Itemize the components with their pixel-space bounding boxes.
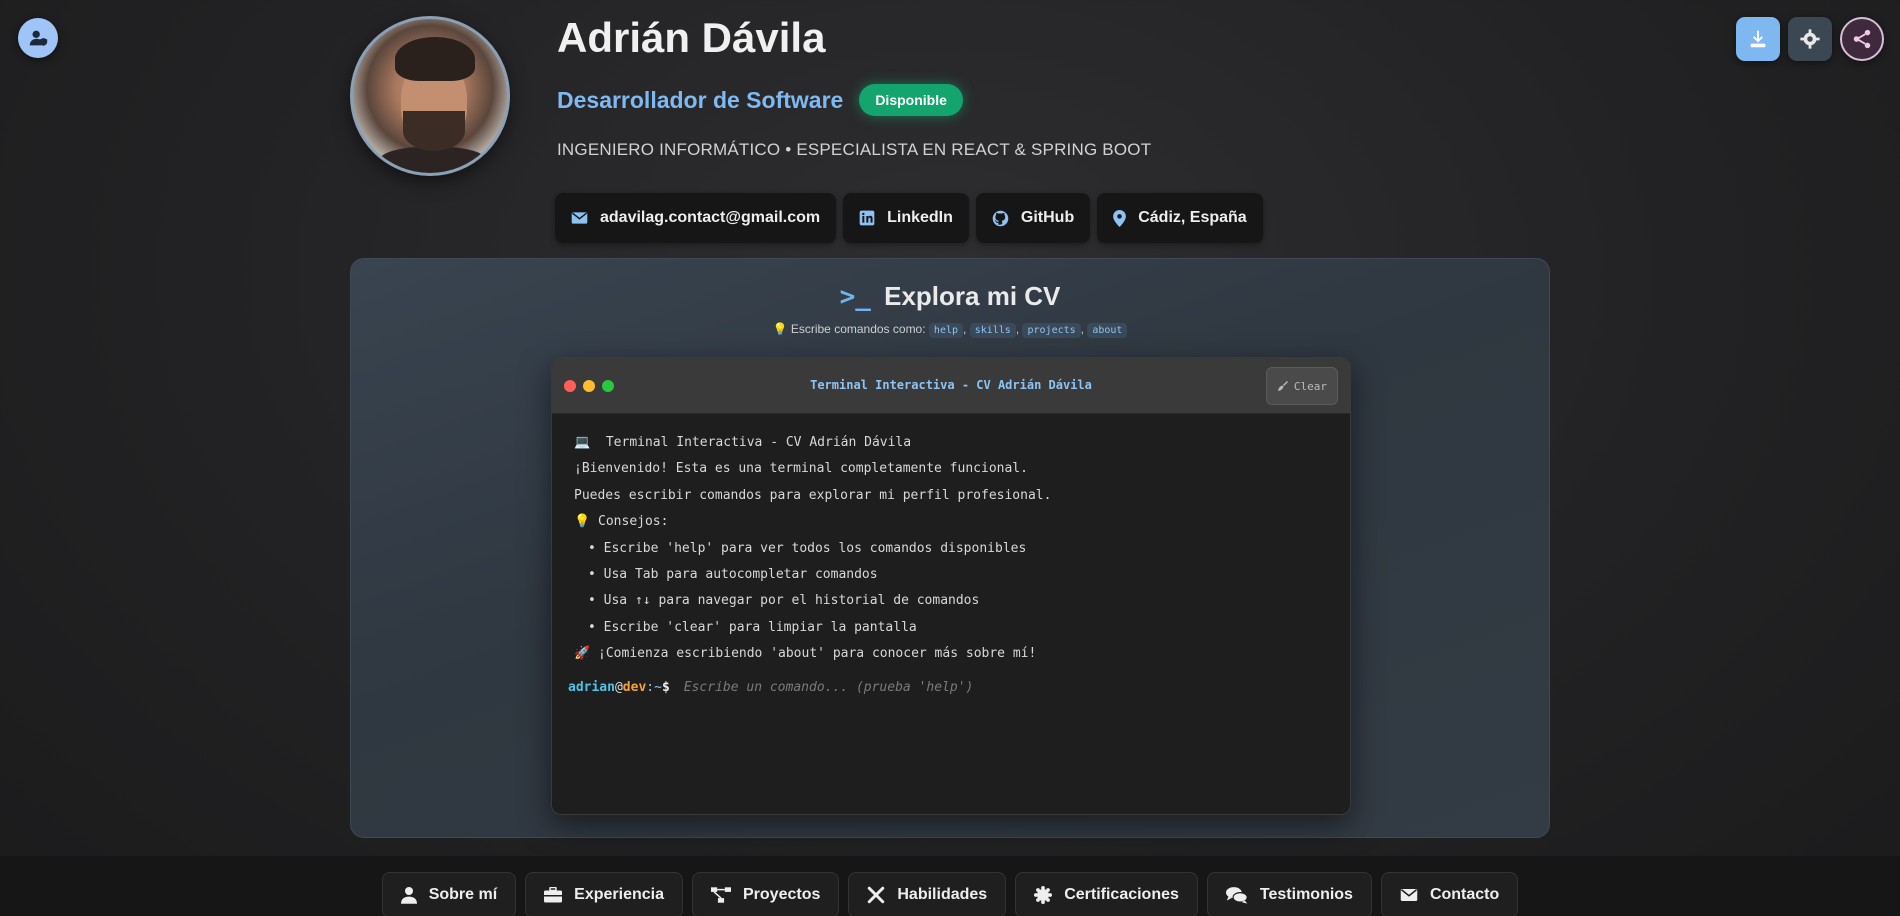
tools-icon — [868, 886, 885, 904]
terminal-command-input[interactable]: Escribe un comando... (prueba 'help') — [684, 680, 974, 695]
share-icon — [1853, 29, 1871, 49]
availability-badge: Disponible — [859, 84, 963, 116]
nav-certifications[interactable]: Certificaciones — [1015, 872, 1198, 916]
terminal-line: • Usa ↑↓ para navegar por el historial d… — [588, 593, 980, 609]
github-link[interactable]: GitHub — [975, 193, 1091, 243]
project-diagram-icon — [711, 887, 731, 903]
download-cv-button[interactable] — [1736, 17, 1780, 61]
github-label: GitHub — [1020, 209, 1075, 226]
prompt-user: adrian — [568, 679, 615, 695]
explore-title: Explora mi CV — [884, 281, 1061, 311]
download-icon — [1750, 30, 1766, 48]
prompt-host: dev — [622, 679, 647, 695]
nav-certifications-label: Certificaciones — [1064, 886, 1179, 903]
role-row: Desarrollador de Software Disponible — [557, 84, 963, 116]
nav-projects-label: Proyectos — [743, 886, 821, 903]
terminal-line: ¡Bienvenido! Esta es una terminal comple… — [574, 461, 1028, 477]
terminal-line: • Escribe 'help' para ver todos los coma… — [588, 540, 1027, 556]
hint-prefix: Escribe comandos como: — [790, 322, 926, 336]
terminal-line: • Usa Tab para autocompletar comandos — [588, 566, 878, 582]
profile-role: Desarrollador de Software — [557, 86, 844, 113]
contact-links: adavilag.contact@gmail.com LinkedIn GitH… — [555, 193, 1263, 243]
nav-testimonials[interactable]: Testimonios — [1206, 872, 1372, 916]
nav-contact[interactable]: Contacto — [1380, 872, 1519, 916]
terminal-line: • Escribe 'clear' para limpiar la pantal… — [588, 619, 917, 635]
hint-command-help: help — [928, 323, 964, 338]
explore-title-row: >_ Explora mi CV — [351, 281, 1549, 312]
terminal-line: Puedes escribir comandos para explorar m… — [574, 487, 1052, 503]
nav-contact-label: Contacto — [1429, 886, 1500, 903]
profile-avatar — [350, 16, 510, 176]
nav-testimonials-label: Testimonios — [1259, 886, 1353, 903]
profile-settings-button[interactable] — [18, 18, 58, 58]
explore-hint: 💡 Escribe comandos como: help, skills, p… — [351, 322, 1549, 338]
envelope-icon — [1400, 889, 1418, 901]
nav-skills-label: Habilidades — [897, 886, 988, 903]
terminal-prompt[interactable]: adrian@dev:~$ Escribe un comando... (pru… — [568, 680, 1328, 695]
section-navbar: Sobre mí Experiencia Proyectos Habilidad… — [0, 856, 1900, 916]
nav-about[interactable]: Sobre mí — [381, 872, 517, 916]
terminal-line: 💡 Consejos: — [574, 514, 669, 530]
gear-icon — [1800, 29, 1820, 49]
nav-about-label: Sobre mí — [428, 886, 498, 903]
prompt-at: @ — [614, 679, 623, 695]
broom-icon — [1277, 381, 1288, 391]
hint-command-projects: projects — [1022, 323, 1081, 338]
location-chip[interactable]: Cádiz, España — [1097, 193, 1263, 243]
terminal-title: Terminal Interactiva - CV Adrián Dávila — [810, 378, 1092, 392]
linkedin-link[interactable]: LinkedIn — [843, 193, 969, 243]
github-icon — [992, 210, 1009, 226]
interactive-terminal: Terminal Interactiva - CV Adrián Dávila … — [551, 357, 1351, 815]
comments-icon — [1225, 887, 1248, 904]
prompt-text: adrian@dev:~$ — [568, 680, 670, 695]
briefcase-icon — [544, 887, 563, 903]
prompt-symbol: $ — [661, 679, 670, 695]
terminal-line: 💻 Terminal Interactiva - CV Adrián Dávil… — [574, 435, 912, 450]
envelope-icon — [571, 212, 588, 224]
terminal-clear-button[interactable]: Clear — [1265, 367, 1338, 405]
hint-command-about: about — [1087, 323, 1128, 338]
email-label: adavilag.contact@gmail.com — [600, 209, 821, 226]
profile-name: Adrián Dávila — [557, 14, 826, 61]
hint-command-skills: skills — [969, 323, 1016, 338]
certificate-icon — [1034, 886, 1053, 904]
terminal-output: 💻 Terminal Interactiva - CV Adrián Dávil… — [552, 414, 1350, 695]
linkedin-icon — [859, 210, 875, 226]
explore-cv-panel: >_ Explora mi CV 💡 Escribe comandos como… — [350, 258, 1550, 838]
location-pin-icon — [1113, 209, 1127, 227]
linkedin-label: LinkedIn — [887, 209, 953, 226]
profile-subtitle: INGENIERO INFORMÁTICO • ESPECIALISTA EN … — [557, 140, 1152, 159]
nav-experience[interactable]: Experiencia — [525, 872, 683, 916]
nav-projects[interactable]: Proyectos — [692, 872, 840, 916]
user-icon — [400, 887, 417, 904]
prompt-path: :~ — [646, 679, 662, 695]
top-actions — [1736, 17, 1884, 61]
terminal-prompt-icon: >_ — [839, 282, 871, 312]
email-link[interactable]: adavilag.contact@gmail.com — [555, 193, 837, 243]
nav-experience-label: Experiencia — [574, 886, 664, 903]
share-button[interactable] — [1840, 17, 1884, 61]
nav-skills[interactable]: Habilidades — [848, 872, 1007, 916]
terminal-titlebar: Terminal Interactiva - CV Adrián Dávila … — [552, 358, 1350, 414]
clear-label: Clear — [1293, 379, 1327, 393]
lightbulb-icon: 💡 — [772, 322, 788, 336]
settings-button[interactable] — [1788, 17, 1832, 61]
terminal-line: 🚀 ¡Comienza escribiendo 'about' para con… — [574, 646, 1037, 662]
location-label: Cádiz, España — [1138, 209, 1247, 226]
user-shield-icon — [29, 30, 48, 46]
